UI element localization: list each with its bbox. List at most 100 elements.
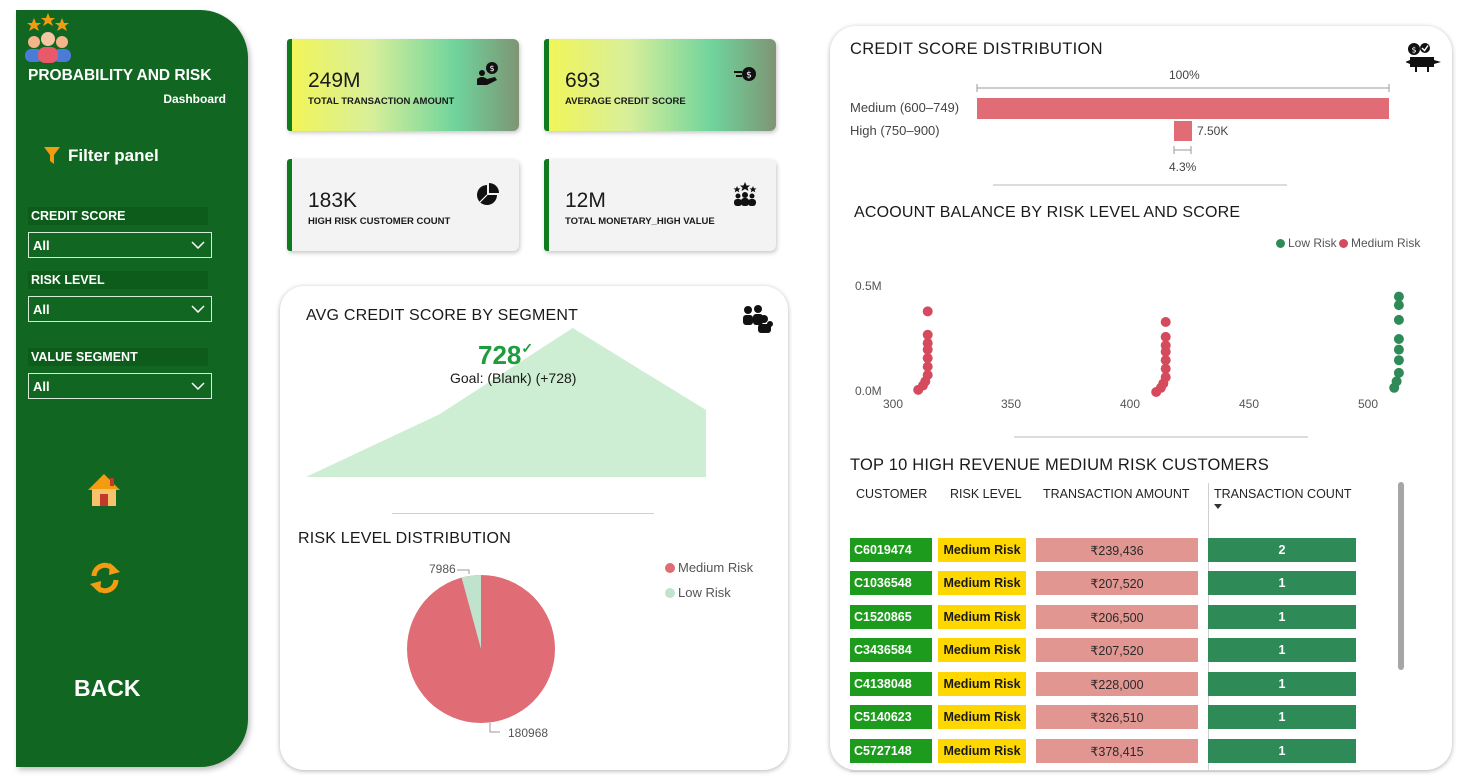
pie-label-low-risk: 7986 (429, 562, 456, 576)
transaction-count-cell: 1 (1208, 605, 1356, 629)
risk-level-cell: Medium Risk (938, 571, 1026, 595)
value-segment-dropdown[interactable]: All (28, 373, 212, 399)
scatter-plot-area (913, 291, 1404, 397)
risk-level-cell: Medium Risk (938, 739, 1026, 763)
scatter-point[interactable] (1393, 314, 1404, 325)
transaction-count-cell: 1 (1208, 638, 1356, 662)
svg-text:$: $ (746, 71, 752, 81)
column-header[interactable]: TRANSACTION AMOUNT (1043, 487, 1190, 501)
customer-cell: C1520865 (850, 605, 932, 629)
kpi-label: AVERAGE CREDIT SCORE (565, 96, 686, 107)
avg-credit-goal: Goal: (Blank) (+728) (450, 370, 577, 386)
app-subtitle: Dashboard (163, 92, 226, 106)
value-segment-dropdown-value: All (33, 378, 50, 394)
column-header-label: TRANSACTION COUNT (1214, 487, 1352, 501)
coin-speed-icon: $ (734, 67, 756, 81)
risk-level-cell: Medium Risk (938, 705, 1026, 729)
pie-leader-low (457, 569, 470, 574)
kpi-label: HIGH RISK CUSTOMER COUNT (308, 216, 451, 227)
kpi-total-monetary-high-value: 12M TOTAL MONETARY_HIGH VALUE (544, 159, 776, 251)
scatter-point[interactable] (913, 384, 924, 395)
kpi-label: TOTAL TRANSACTION AMOUNT (308, 96, 455, 107)
back-button[interactable]: BACK (74, 675, 140, 702)
table-scrollbar[interactable] (1398, 482, 1404, 670)
transaction-amount-cell: ₹228,000 (1036, 672, 1198, 696)
kpi-value: 183K (308, 189, 358, 212)
check-icon: ✓ (521, 340, 534, 356)
credit-score-dropdown[interactable]: All (28, 232, 212, 258)
kpi-label: TOTAL MONETARY_HIGH VALUE (565, 216, 715, 227)
segment-users-icon (743, 305, 773, 333)
transaction-amount-cell: ₹206,500 (1036, 605, 1198, 629)
funnel-icon (44, 147, 60, 164)
scatter-point[interactable] (1393, 344, 1404, 355)
table-row[interactable]: C3436584 Medium Risk ₹207,520 1 (850, 638, 1360, 666)
risk-level-distribution-card: RISK LEVEL DISTRIBUTION Medium Risk Low … (290, 528, 768, 752)
team-rating-logo-icon (25, 13, 71, 63)
customer-cell: C3436584 (850, 638, 932, 662)
kpi-average-credit-score: 693 AVERAGE CREDIT SCORE $ (544, 39, 776, 131)
table-row[interactable]: C1036548 Medium Risk ₹207,520 1 (850, 571, 1360, 599)
transaction-count-cell: 1 (1208, 705, 1356, 729)
pie-chart-icon (477, 183, 499, 205)
transaction-amount-cell: ₹207,520 (1036, 638, 1198, 662)
table-row[interactable]: C6019474 Medium Risk ₹239,436 2 (850, 538, 1360, 566)
transaction-count-cell: 1 (1208, 739, 1356, 763)
risk-level-filter-label: RISK LEVEL (28, 271, 208, 289)
scatter-point[interactable] (1151, 387, 1162, 397)
home-icon[interactable] (86, 472, 122, 508)
credit-score-filter-label: CREDIT SCORE (28, 207, 208, 225)
credit-score-dropdown-value: All (33, 237, 50, 253)
table-row[interactable]: C1520865 Medium Risk ₹206,500 1 (850, 605, 1360, 633)
column-header[interactable]: RISK LEVEL (950, 487, 1022, 501)
pie-label-medium-risk: 180968 (508, 726, 549, 740)
column-header-sorted[interactable]: TRANSACTION COUNT (1214, 487, 1352, 509)
segment-risk-panel: AVG CREDIT SCORE BY SEGMENT 728✓ Goal: (… (280, 286, 788, 770)
svg-text:$: $ (489, 64, 494, 73)
kpi-value: 249M (308, 69, 361, 92)
top10-title: TOP 10 HIGH REVENUE MEDIUM RISK CUSTOMER… (850, 456, 1269, 474)
kpi-high-risk-customer-count: 183K HIGH RISK CUSTOMER COUNT (287, 159, 519, 251)
risk-level-cell: Medium Risk (938, 638, 1026, 662)
risk-level-dropdown[interactable]: All (28, 296, 212, 322)
risk-level-cell: Medium Risk (938, 538, 1026, 562)
transaction-amount-cell: ₹207,520 (1036, 571, 1198, 595)
avg-credit-title: AVG CREDIT SCORE BY SEGMENT (306, 307, 579, 324)
table-row[interactable]: C4138048 Medium Risk ₹228,000 1 (850, 672, 1360, 700)
column-header[interactable]: CUSTOMER (856, 487, 927, 501)
credit-analysis-panel: CREDIT SCORE DISTRIBUTION Medium (600–74… (830, 26, 1452, 772)
table-row[interactable]: C5727148 Medium Risk ₹378,415 1 (850, 739, 1360, 767)
filter-panel-label: Filter panel (68, 146, 159, 165)
sidebar: PROBABILITY AND RISK Dashboard Filter pa… (16, 10, 248, 767)
chevron-down-icon (191, 382, 205, 390)
kpi-total-transaction-amount: 249M TOTAL TRANSACTION AMOUNT $ (287, 39, 519, 131)
customer-cell: C6019474 (850, 538, 932, 562)
app-title: PROBABILITY AND RISK (28, 67, 212, 84)
customer-cell: C5727148 (850, 739, 932, 763)
transaction-amount-cell: ₹378,415 (1036, 739, 1198, 763)
risk-pie-chart (407, 569, 555, 733)
sort-desc-icon (1214, 504, 1222, 509)
avg-credit-number: 728 (478, 340, 522, 370)
chevron-down-icon (191, 241, 205, 249)
chevron-down-icon (191, 305, 205, 313)
refresh-icon[interactable] (88, 560, 122, 596)
scatter-point[interactable] (922, 306, 933, 317)
scatter-point[interactable] (1393, 355, 1404, 366)
scatter-point[interactable] (1393, 367, 1404, 378)
table-row[interactable]: C5140623 Medium Risk ₹326,510 1 (850, 705, 1360, 733)
transaction-count-cell: 1 (1208, 571, 1356, 595)
scatter-point[interactable] (1389, 382, 1400, 393)
transaction-amount-cell: ₹239,436 (1036, 538, 1198, 562)
avg-credit-area-chart (306, 328, 706, 477)
scatter-point[interactable] (1393, 334, 1404, 344)
risk-level-cell: Medium Risk (938, 672, 1026, 696)
customer-cell: C1036548 (850, 571, 932, 595)
scatter-point[interactable] (1393, 300, 1404, 311)
customer-cell: C5140623 (850, 705, 932, 729)
avg-credit-score-card: AVG CREDIT SCORE BY SEGMENT 728✓ Goal: (… (300, 302, 712, 480)
scatter-point[interactable] (1160, 317, 1171, 327)
value-segment-filter-label: VALUE SEGMENT (28, 348, 208, 366)
transaction-amount-cell: ₹326,510 (1036, 705, 1198, 729)
pie-leader-medium (489, 723, 500, 733)
